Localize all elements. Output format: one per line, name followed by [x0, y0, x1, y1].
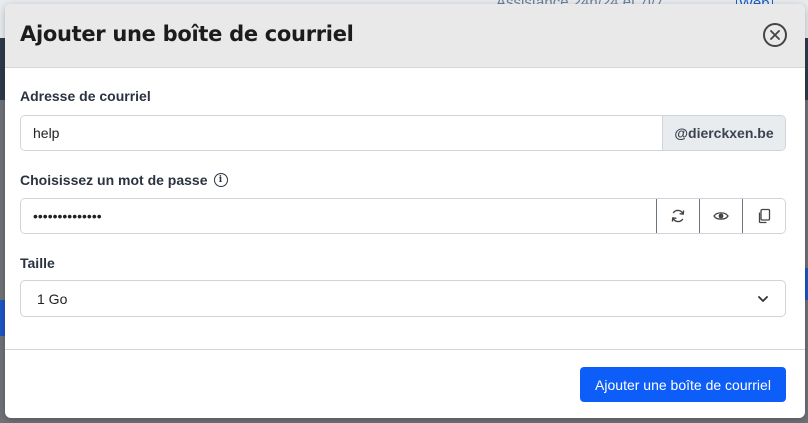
add-mailbox-button[interactable]: Ajouter une boîte de courriel [580, 367, 786, 402]
email-label: Adresse de courriel [20, 88, 151, 104]
email-local-input[interactable] [21, 116, 662, 150]
info-icon[interactable]: i [213, 173, 228, 187]
refresh-icon [671, 209, 685, 223]
regenerate-password-button[interactable] [656, 199, 699, 233]
size-label: Taille [20, 255, 55, 271]
email-input-group: @dierckxen.be [20, 115, 786, 151]
password-label-row: Choisissez un mot de passe i [20, 172, 228, 188]
password-label: Choisissez un mot de passe [20, 172, 208, 188]
modal-footer: Ajouter une boîte de courriel [5, 349, 805, 418]
size-selected-value: 1 Go [37, 290, 68, 307]
password-input-group [20, 198, 786, 234]
close-icon[interactable] [763, 23, 787, 47]
email-domain-addon: @dierckxen.be [662, 116, 785, 150]
add-mailbox-modal: Ajouter une boîte de courriel Adresse de… [5, 4, 805, 418]
eye-icon [713, 212, 729, 220]
modal-title: Ajouter une boîte de courriel [20, 22, 354, 46]
chevron-down-icon [758, 295, 768, 302]
modal-header: Ajouter une boîte de courriel [5, 4, 805, 68]
size-select[interactable]: 1 Go [20, 280, 786, 317]
copy-icon [758, 208, 771, 224]
password-input[interactable] [21, 199, 656, 233]
copy-password-button[interactable] [742, 199, 785, 233]
show-password-button[interactable] [699, 199, 742, 233]
